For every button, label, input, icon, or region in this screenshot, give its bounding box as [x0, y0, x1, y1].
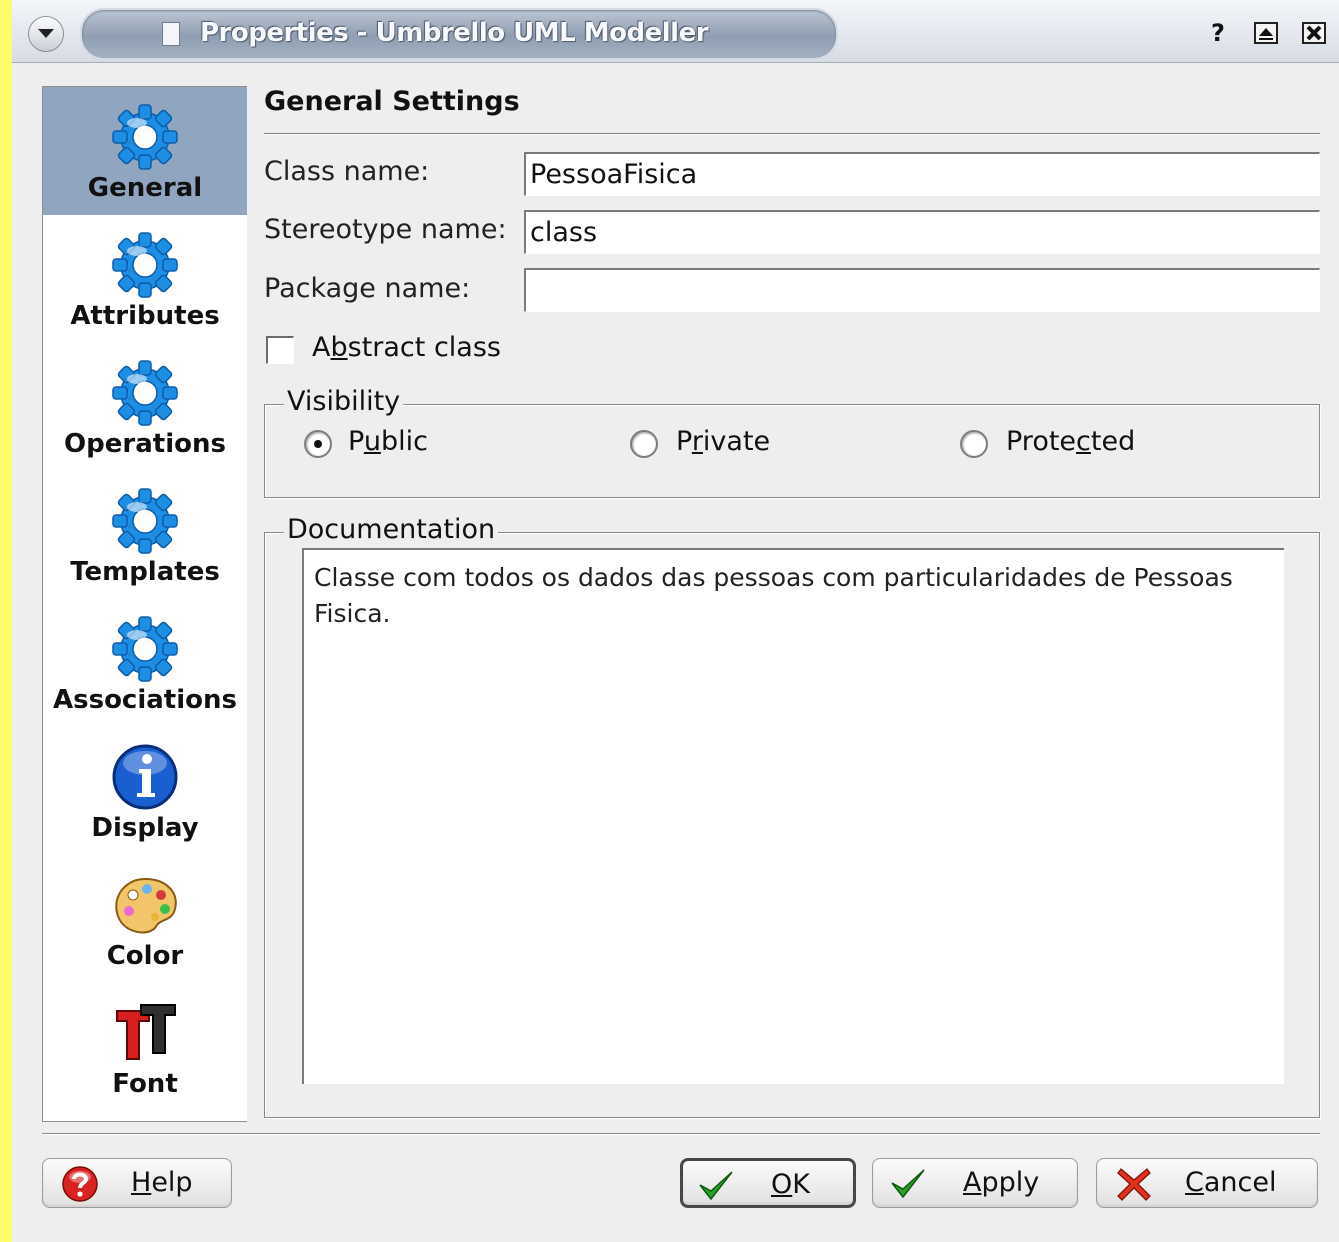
- mnemonic: C: [1185, 1167, 1204, 1198]
- help-title-button[interactable]: ?: [1200, 16, 1236, 50]
- private-radio[interactable]: [630, 430, 658, 458]
- cancel-button[interactable]: Cancel: [1096, 1158, 1318, 1208]
- mnemonic: O: [771, 1169, 793, 1200]
- page-heading: General Settings: [264, 86, 520, 117]
- label-text: blic: [380, 426, 428, 457]
- apply-button-label: Apply: [963, 1167, 1039, 1198]
- close-icon: [1302, 22, 1326, 44]
- document-icon: [162, 22, 180, 46]
- sidebar-item-general[interactable]: General: [43, 87, 247, 215]
- window-title: Properties - Umbrello UML Modeller: [200, 18, 709, 48]
- sidebar-item-label: Templates: [70, 557, 220, 587]
- ok-button-label: OK: [771, 1169, 810, 1200]
- cancel-icon: [1117, 1168, 1151, 1201]
- gear-icon: [112, 360, 178, 426]
- maximize-icon: [1254, 22, 1278, 44]
- class-name-label: Class name:: [264, 156, 430, 187]
- class-name-input[interactable]: PessoaFisica: [524, 152, 1320, 196]
- protected-label[interactable]: Protected: [1006, 426, 1135, 457]
- protected-radio[interactable]: [960, 430, 988, 458]
- window-menu-button[interactable]: [28, 16, 64, 52]
- label-text: K: [792, 1169, 810, 1200]
- sidebar-item-label: Color: [106, 941, 184, 971]
- question-icon: ?: [1211, 19, 1225, 47]
- sidebar-item-label: Attributes: [70, 301, 220, 331]
- sidebar-item-templates[interactable]: Templates: [43, 471, 247, 599]
- gear-icon: [112, 488, 178, 554]
- label-text: ivate: [702, 426, 771, 457]
- title-bar: Properties - Umbrello UML Modeller ?: [12, 0, 1339, 63]
- sidebar-item-label: General: [87, 173, 203, 203]
- mnemonic: r: [691, 426, 703, 457]
- gear-icon: [112, 232, 178, 298]
- label-text: P: [676, 426, 692, 457]
- sidebar-item-font[interactable]: Font: [43, 983, 247, 1111]
- mnemonic: A: [963, 1167, 982, 1198]
- abstract-class-label[interactable]: Abstract class: [312, 332, 501, 363]
- package-name-input[interactable]: [524, 268, 1320, 312]
- properties-dialog: Properties - Umbrello UML Modeller ? Gen…: [12, 0, 1339, 1242]
- stereotype-name-input[interactable]: class: [524, 210, 1320, 254]
- help-icon: [62, 1166, 98, 1202]
- apply-button[interactable]: Apply: [872, 1158, 1078, 1208]
- info-icon: [112, 744, 178, 810]
- close-button[interactable]: [1296, 16, 1332, 50]
- visibility-group-title: Visibility: [284, 386, 404, 417]
- mnemonic: b: [330, 332, 348, 363]
- ok-button[interactable]: OK: [680, 1158, 856, 1208]
- chevron-down-icon: [38, 29, 54, 38]
- page-sidebar: General Attributes Operations Templates …: [42, 86, 247, 1122]
- mnemonic: H: [131, 1167, 152, 1198]
- help-button[interactable]: Help: [42, 1158, 232, 1208]
- title-pill[interactable]: Properties - Umbrello UML Modeller: [80, 8, 838, 60]
- documentation-textarea[interactable]: Classe com todos os dados das pessoas co…: [302, 548, 1284, 1084]
- label-text: stract class: [347, 332, 501, 363]
- label-text: ted: [1090, 426, 1136, 457]
- checkmark-icon: [891, 1169, 925, 1199]
- stereotype-name-label: Stereotype name:: [264, 214, 507, 245]
- sidebar-item-label: Operations: [64, 429, 226, 459]
- heading-divider: [264, 133, 1320, 135]
- maximize-button[interactable]: [1248, 16, 1284, 50]
- label-text: elp: [151, 1167, 193, 1198]
- documentation-group-title: Documentation: [284, 514, 499, 545]
- label-text: Prote: [1006, 426, 1077, 457]
- sidebar-item-color[interactable]: Color: [43, 855, 247, 983]
- label-text: A: [312, 332, 331, 363]
- sidebar-item-label: Font: [112, 1069, 178, 1099]
- sidebar-item-operations[interactable]: Operations: [43, 343, 247, 471]
- sidebar-item-associations[interactable]: Associations: [43, 599, 247, 727]
- gear-icon: [112, 616, 178, 682]
- sidebar-item-label: Display: [91, 813, 199, 843]
- radio-dot: [314, 440, 322, 448]
- font-icon: [116, 1004, 176, 1060]
- button-divider: [42, 1133, 1320, 1135]
- cancel-button-label: Cancel: [1185, 1167, 1276, 1198]
- help-button-label: Help: [131, 1167, 193, 1198]
- abstract-class-checkbox[interactable]: [266, 336, 294, 364]
- mnemonic: u: [363, 426, 381, 457]
- label-text: P: [348, 426, 364, 457]
- sidebar-item-display[interactable]: Display: [43, 727, 247, 855]
- mnemonic: c: [1076, 426, 1091, 457]
- label-text: ancel: [1203, 1167, 1277, 1198]
- public-label[interactable]: Public: [348, 426, 428, 457]
- public-radio[interactable]: [304, 430, 332, 458]
- palette-icon: [115, 877, 177, 934]
- sidebar-item-label: Associations: [53, 685, 237, 715]
- package-name-label: Package name:: [264, 273, 471, 304]
- gear-icon: [112, 104, 178, 170]
- private-label[interactable]: Private: [676, 426, 770, 457]
- sidebar-item-attributes[interactable]: Attributes: [43, 215, 247, 343]
- label-text: pply: [981, 1167, 1040, 1198]
- checkmark-icon: [699, 1171, 733, 1201]
